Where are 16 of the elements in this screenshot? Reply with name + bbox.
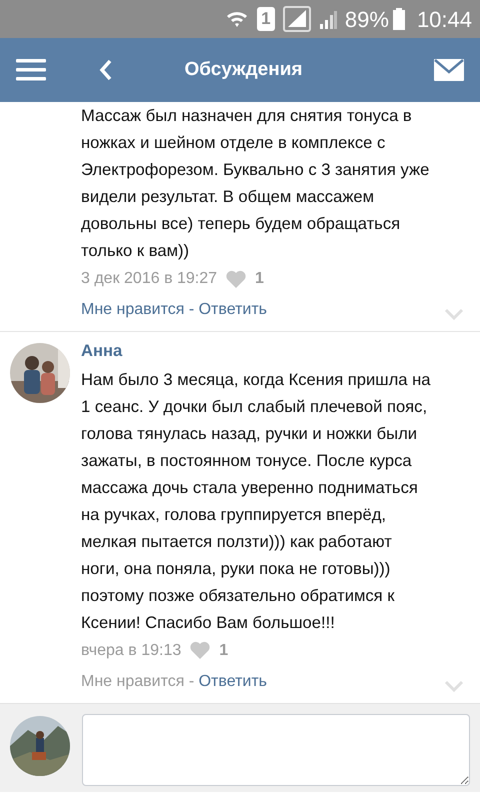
separator: - [188, 672, 196, 692]
reply-link[interactable]: Ответить [198, 298, 267, 322]
sim-icon: 1 [256, 7, 275, 31]
reply-link[interactable]: Ответить [198, 670, 267, 694]
comment-date: 3 дек 2016 в 19:27 [81, 269, 218, 289]
clock: 10:44 [416, 6, 472, 34]
comment-text: Массаж был назначен для снятия тонуса в ножках и шейном отделе в комплексе с Электрофорезом. Буквально с 3 занятия уже видели результат. В общем массажем довольны все) теперь будем обращаться только к вам)) [81, 105, 430, 262]
comment-text: Нам было 3 месяца, когда Ксения пришла на 1 сеанс. У дочки был слабый плечевой пояс, голова тянулась назад, ручки и ножки были зажаты, в постоянном тонусе. После курса массажа дочь стала уверенно подниматься на ручках, голова группируется вперёд, мелкая пытается ползти))) как работают ноги, она поняла, руки пока не готовы))) поэтому позже обязательно обратимся к Ксении! Спасибо Вам большое!!! [81, 368, 432, 634]
like-count: 1 [219, 640, 228, 661]
author-name[interactable]: Анна [81, 339, 470, 364]
separator: - [188, 300, 196, 320]
like-link[interactable]: Мне нравится [81, 298, 184, 322]
page-title: Обсуждения [184, 58, 304, 82]
battery-level: 89% [344, 6, 389, 34]
like-count: 1 [255, 269, 264, 289]
comment-date: вчера в 19:13 [81, 640, 182, 661]
